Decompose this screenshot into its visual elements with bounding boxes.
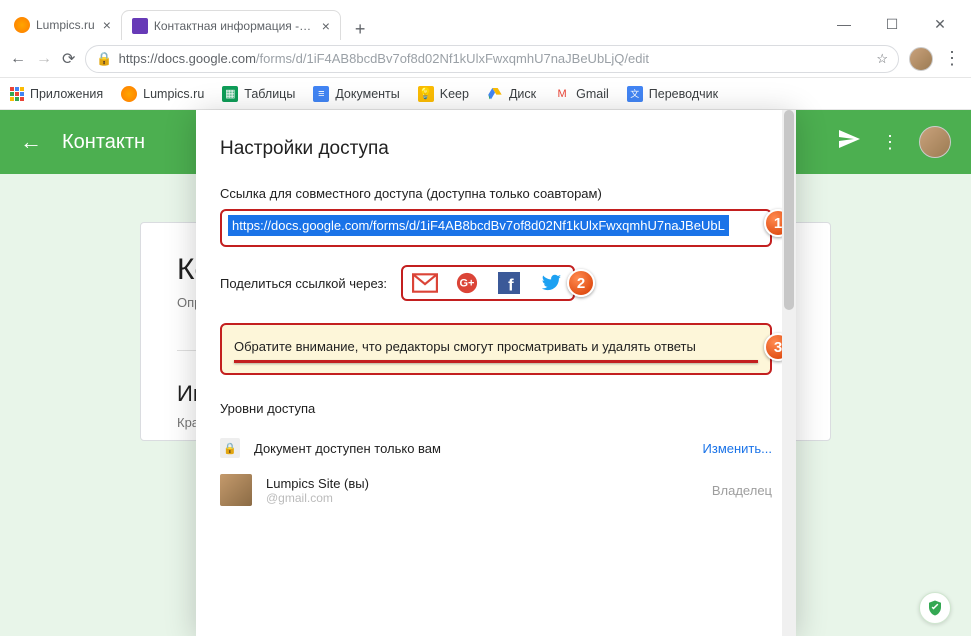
gmail-icon[interactable]	[411, 271, 439, 295]
translate-icon: 文	[627, 86, 643, 102]
bookmark-lumpics[interactable]: Lumpics.ru	[121, 86, 204, 102]
access-levels-title: Уровни доступа	[220, 401, 772, 416]
lock-icon: 🔒	[96, 51, 112, 67]
bookmark-label: Документы	[335, 87, 399, 101]
share-link-input[interactable]: https://docs.google.com/forms/d/1iF4AB8b…	[228, 215, 729, 236]
forms-icon	[132, 18, 148, 34]
sheets-icon: ▦	[222, 86, 238, 102]
bookmark-label: Gmail	[576, 87, 609, 101]
share-icons-group: G+ f 2	[401, 265, 575, 301]
svg-text:f: f	[508, 276, 514, 294]
bookmark-label: Keep	[440, 87, 469, 101]
scrollbar-thumb[interactable]	[784, 110, 794, 310]
user-name: Lumpics Site (вы)	[266, 476, 698, 491]
facebook-icon[interactable]: f	[495, 271, 523, 295]
reload-button[interactable]: ⟳	[62, 49, 75, 69]
keep-icon: 💡	[418, 86, 434, 102]
shield-icon	[926, 598, 944, 618]
owner-label: Владелец	[712, 483, 772, 498]
close-button[interactable]: ✕	[925, 16, 955, 33]
profile-avatar[interactable]	[909, 47, 933, 71]
browser-toolbar: ← → ⟳ 🔒 https://docs.google.com/forms/d/…	[0, 40, 971, 78]
twitter-icon[interactable]	[537, 271, 565, 295]
warning-box: Обратите внимание, что редакторы смогут …	[220, 323, 772, 375]
bookmark-label: Переводчик	[649, 87, 718, 101]
bookmark-label: Диск	[509, 87, 536, 101]
browser-tab-2[interactable]: Контактная информация - Goo ×	[121, 10, 341, 40]
change-link[interactable]: Изменить...	[703, 441, 772, 456]
bookmark-sheets[interactable]: ▦ Таблицы	[222, 86, 295, 102]
link-label: Ссылка для совместного доступа (доступна…	[220, 186, 772, 201]
apps-icon	[10, 87, 24, 101]
security-badge[interactable]	[919, 592, 951, 624]
user-email: @gmail.com	[266, 491, 698, 505]
dialog-title: Настройки доступа	[220, 138, 772, 160]
user-avatar-icon	[220, 474, 252, 506]
browser-tab-1[interactable]: Lumpics.ru ×	[4, 10, 121, 40]
bookmark-translate[interactable]: 文 Переводчик	[627, 86, 718, 102]
address-bar[interactable]: 🔒 https://docs.google.com/forms/d/1iF4AB…	[85, 45, 899, 73]
url-text: https://docs.google.com/forms/d/1iF4AB8b…	[119, 51, 871, 66]
sharing-dialog: Настройки доступа Ссылка для совместного…	[196, 110, 796, 636]
bookmark-label: Lumpics.ru	[143, 87, 204, 101]
bookmark-docs[interactable]: ≡ Документы	[313, 86, 399, 102]
dialog-scrollbar[interactable]	[782, 110, 796, 636]
bookmark-label: Приложения	[30, 87, 103, 101]
dialog-overlay: Настройки доступа Ссылка для совместного…	[0, 110, 971, 636]
access-private-text: Документ доступен только вам	[254, 441, 689, 456]
access-private-row: 🔒 Документ доступен только вам Изменить.…	[220, 430, 772, 466]
forward-button: →	[36, 50, 52, 68]
maximize-button[interactable]: ☐	[877, 16, 907, 33]
share-via-row: Поделиться ссылкой через: G+ f 2	[220, 265, 772, 301]
window-controls: — ☐ ✕	[817, 16, 967, 33]
docs-icon: ≡	[313, 86, 329, 102]
underline-annotation	[234, 360, 758, 363]
minimize-button[interactable]: —	[829, 16, 859, 33]
access-user-row: Lumpics Site (вы) @gmail.com Владелец	[220, 466, 772, 514]
bookmark-drive[interactable]: Диск	[487, 86, 536, 102]
close-icon[interactable]: ×	[103, 17, 111, 33]
bookmark-apps[interactable]: Приложения	[10, 87, 103, 101]
bookmarks-bar: Приложения Lumpics.ru ▦ Таблицы ≡ Документ…	[0, 78, 971, 110]
tab-label: Lumpics.ru	[36, 18, 95, 32]
back-button[interactable]: ←	[10, 50, 26, 68]
svg-text:G+: G+	[460, 278, 475, 290]
google-plus-icon[interactable]: G+	[453, 271, 481, 295]
share-link-container: https://docs.google.com/forms/d/1iF4AB8b…	[220, 209, 772, 247]
orange-icon	[121, 86, 137, 102]
close-icon[interactable]: ×	[322, 18, 330, 34]
drive-icon	[487, 86, 503, 102]
warning-text: Обратите внимание, что редакторы смогут …	[234, 339, 758, 354]
bookmark-label: Таблицы	[244, 87, 295, 101]
share-via-label: Поделиться ссылкой через:	[220, 276, 387, 291]
bookmark-gmail[interactable]: M Gmail	[554, 86, 609, 102]
bookmark-keep[interactable]: 💡 Keep	[418, 86, 469, 102]
tab-label: Контактная информация - Goo	[154, 19, 314, 33]
lock-icon: 🔒	[220, 438, 240, 458]
new-tab-button[interactable]: +	[349, 19, 372, 40]
star-icon[interactable]: ☆	[876, 51, 888, 67]
orange-icon	[14, 17, 30, 33]
tab-strip: Lumpics.ru × Контактная информация - Goo…	[4, 8, 817, 40]
window-titlebar: Lumpics.ru × Контактная информация - Goo…	[0, 8, 971, 40]
menu-button[interactable]: ⋮	[943, 48, 961, 69]
annotation-marker-2: 2	[567, 269, 595, 297]
gmail-icon: M	[554, 86, 570, 102]
